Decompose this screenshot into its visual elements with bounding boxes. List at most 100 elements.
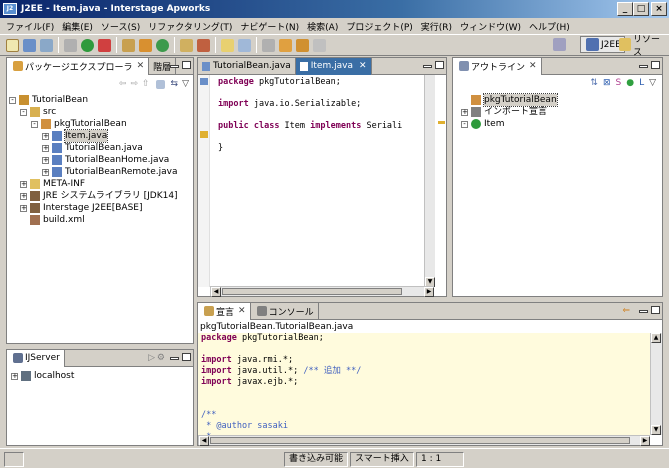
editor-code[interactable]: package pkgTutorialBean; import java.io.S… [218,77,402,154]
scroll-left-icon[interactable]: ◀ [199,436,209,446]
tree-item[interactable]: - Item [461,118,662,130]
back-icon[interactable] [296,38,309,52]
next-annotation-icon[interactable] [279,38,292,52]
search-icon[interactable] [197,38,210,52]
new-project-icon[interactable] [122,38,135,52]
back-icon[interactable]: ⇦ [119,79,127,89]
save-icon[interactable] [23,38,36,52]
scroll-left-icon[interactable]: ◀ [211,287,221,297]
tree-item[interactable]: - src [7,106,193,118]
menu-project[interactable]: プロジェクト(P) [342,20,416,33]
open-declaration-icon[interactable]: ⇐ [622,306,630,316]
expand-toggle-icon[interactable]: + [20,192,27,200]
declaration-hscrollbar[interactable]: ◀ ▶ [198,435,650,446]
expand-toggle-icon[interactable]: + [11,372,18,380]
maximize-icon[interactable] [651,61,660,69]
close-icon[interactable]: ✕ [529,61,537,71]
scroll-down-icon[interactable]: ▼ [651,425,661,435]
menu-file[interactable]: ファイル(F) [2,20,58,33]
view-menu-icon[interactable]: ▽ [182,79,189,89]
forward-icon[interactable]: ⇨ [130,79,138,89]
menu-refactor[interactable]: リファクタリング(T) [144,20,236,33]
tab-ijserver[interactable]: IJServer [7,349,65,367]
run-icon[interactable] [81,38,94,52]
expand-toggle-icon[interactable]: + [461,108,468,116]
view-menu-icon[interactable]: ▽ [649,78,656,88]
hscroll-thumb[interactable] [222,288,402,295]
menu-edit[interactable]: 編集(E) [58,20,97,33]
collapse-toggle-icon[interactable]: - [461,120,468,128]
scroll-up-icon[interactable]: ▲ [651,333,661,343]
minimize-icon[interactable] [170,65,179,68]
print-icon[interactable] [40,38,53,52]
close-button[interactable]: × [651,2,667,16]
tab-item-java[interactable]: Item.java ✕ [295,57,372,75]
hide-nonpublic-icon[interactable]: ● [626,78,634,88]
menu-source[interactable]: ソース(S) [97,20,144,33]
tree-item[interactable]: + META-INF [7,178,193,190]
hide-fields-icon[interactable]: ⊠ [603,78,611,88]
server-action-icon[interactable]: ⚙ [157,353,165,363]
close-icon[interactable]: ✕ [359,61,367,71]
tab-console[interactable]: コンソール [251,302,319,320]
tree-item[interactable]: + Item.java [7,129,193,143]
expand-toggle-icon[interactable]: + [42,132,49,140]
tab-package-explorer[interactable]: パッケージエクスプローラ ✕ [7,57,150,75]
scroll-right-icon[interactable]: ▶ [424,287,434,297]
tree-item[interactable]: + localhost [11,370,193,382]
maximize-icon[interactable] [435,61,444,69]
tree-item[interactable]: + Interstage J2EE[BASE] [7,202,193,214]
menu-window[interactable]: ウィンドウ(W) [456,20,525,33]
maximize-button[interactable]: □ [633,2,649,16]
annotation-icon[interactable] [262,38,275,52]
run-server-icon[interactable]: ▷ [148,353,155,363]
minimize-icon[interactable] [423,65,432,68]
tab-tutorialbean-java[interactable]: TutorialBean.java [198,57,296,75]
sort-icon[interactable]: ⇅ [590,78,598,88]
new-class-icon[interactable] [156,38,169,52]
new-icon[interactable] [6,38,19,52]
declaration-code[interactable]: package pkgTutorialBean; import java.rmi.… [201,333,361,435]
up-icon[interactable]: ⇧ [142,79,150,89]
collapse-all-icon[interactable] [155,79,165,89]
minimize-icon[interactable] [170,357,179,360]
minimize-icon[interactable] [639,65,648,68]
expand-toggle-icon[interactable]: + [42,156,49,164]
scroll-right-icon[interactable]: ▶ [640,436,650,446]
menu-navigate[interactable]: ナビゲート(N) [236,20,303,33]
minimize-button[interactable]: _ [617,2,633,16]
expand-toggle-icon[interactable]: + [42,144,49,152]
open-type-icon[interactable] [180,38,193,52]
collapse-toggle-icon[interactable]: - [9,96,16,104]
close-icon[interactable]: ✕ [137,61,145,71]
hide-local-types-icon[interactable]: L [639,78,644,88]
expand-toggle-icon[interactable]: + [20,204,27,212]
edit-icon[interactable] [221,38,234,52]
declaration-vscrollbar[interactable]: ▲ ▼ [650,333,662,435]
maximize-icon[interactable] [651,306,660,314]
show-source-icon[interactable] [238,38,251,52]
maximize-icon[interactable] [182,61,191,69]
editor-hscrollbar[interactable]: ◀ ▶ [210,286,434,297]
menu-run[interactable]: 実行(R) [417,20,456,33]
tree-item[interactable]: + TutorialBeanHome.java [7,154,193,166]
collapse-toggle-icon[interactable]: - [20,108,27,116]
tree-item[interactable]: - pkgTutorialBean [7,118,193,130]
tree-item[interactable]: pkgTutorialBean [461,93,662,107]
forward-icon[interactable] [313,38,326,52]
expand-toggle-icon[interactable]: + [20,180,27,188]
tree-item[interactable]: - TutorialBean [7,94,193,106]
expand-toggle-icon[interactable]: + [42,168,49,176]
menu-help[interactable]: ヘルプ(H) [525,20,574,33]
close-icon[interactable]: ✕ [238,306,246,316]
tree-item[interactable]: + インポート宣言 [461,106,662,118]
tree-item[interactable]: + JRE システムライブラリ [JDK14] [7,190,193,202]
overview-warning-mark[interactable] [438,121,445,124]
tab-declaration[interactable]: 宣言 ✕ [198,302,251,320]
open-perspective-button[interactable] [548,36,578,53]
collapse-toggle-icon[interactable]: - [31,120,38,128]
minimize-icon[interactable] [639,310,648,313]
hscroll-thumb[interactable] [210,437,630,444]
debug-icon[interactable] [64,38,77,52]
new-package-icon[interactable] [139,38,152,52]
